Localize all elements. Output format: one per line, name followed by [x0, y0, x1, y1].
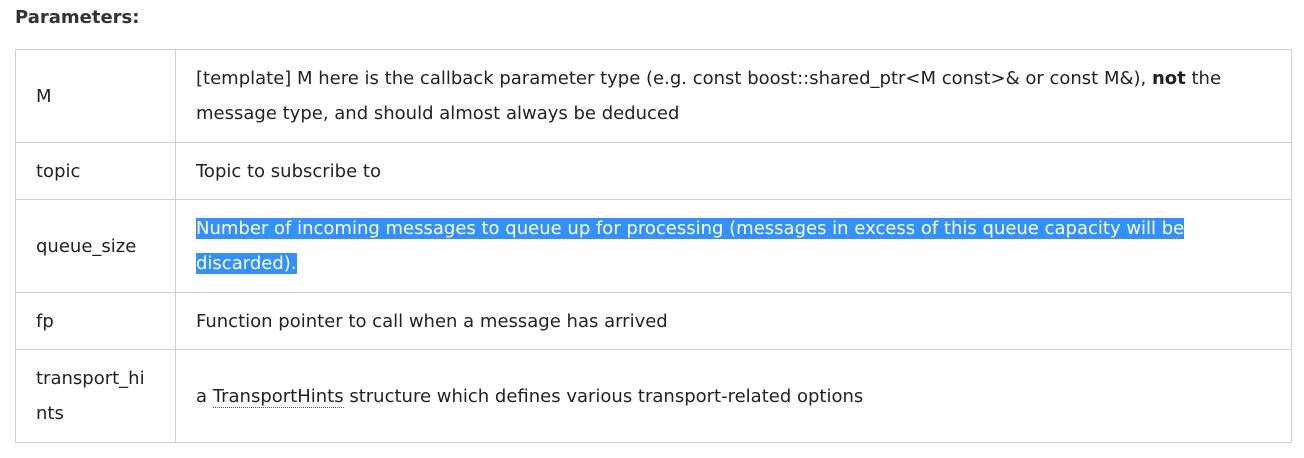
param-description: Topic to subscribe to [175, 142, 1292, 200]
param-name: fp [15, 292, 176, 350]
param-row-queue-size: queue_size Number of incoming messages t… [15, 199, 1292, 293]
param-row-topic: topic Topic to subscribe to [15, 142, 1292, 200]
parameters-heading: Parameters: [15, 7, 140, 28]
param-name: queue_size [15, 199, 176, 293]
param-description: Function pointer to call when a message … [175, 292, 1292, 350]
param-description: [template] M here is the callback parame… [175, 49, 1292, 143]
desc-bold-text: not [1151, 68, 1186, 89]
param-name-text: transport_hints [36, 368, 145, 424]
param-row-transport-hints: transport_hints a TransportHints structu… [15, 349, 1292, 443]
param-row-m: M [template] M here is the callback para… [15, 49, 1292, 143]
param-name: M [15, 49, 176, 143]
param-description: a TransportHints structure which defines… [175, 349, 1292, 443]
param-name: transport_hints [15, 349, 176, 443]
param-row-fp: fp Function pointer to call when a messa… [15, 292, 1292, 350]
desc-text: [template] M here is the callback parame… [196, 68, 1152, 89]
parameters-table: M [template] M here is the callback para… [15, 49, 1292, 443]
param-name: topic [15, 142, 176, 200]
param-description: Number of incoming messages to queue up … [175, 199, 1292, 293]
desc-text: a [196, 385, 213, 407]
transport-hints-link[interactable]: TransportHints [212, 385, 344, 408]
selected-text[interactable]: Number of incoming messages to queue up … [196, 218, 1185, 274]
desc-text: structure which defines various transpor… [343, 385, 864, 407]
